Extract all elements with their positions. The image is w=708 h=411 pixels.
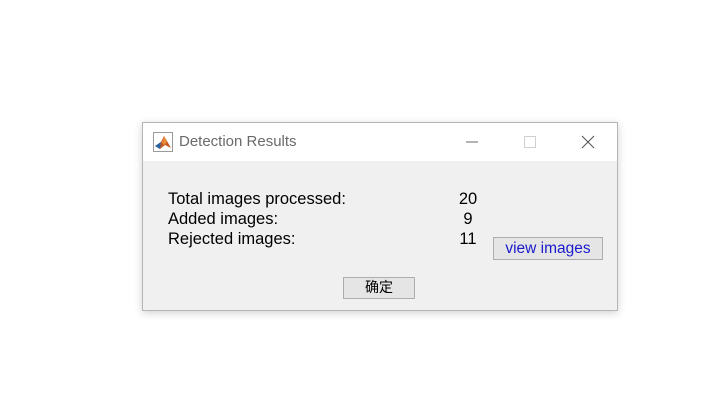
added-images-row: Added images: 9 xyxy=(168,209,488,229)
view-images-button[interactable]: view images xyxy=(493,237,603,260)
added-images-label: Added images: xyxy=(168,210,279,228)
minimize-button[interactable] xyxy=(449,123,495,161)
title-bar[interactable]: Detection Results xyxy=(143,123,617,161)
added-images-value: 9 xyxy=(463,210,473,228)
maximize-icon xyxy=(524,136,536,148)
close-button[interactable] xyxy=(565,123,611,161)
detection-results-dialog: Detection Results Total images processed… xyxy=(142,122,618,311)
matlab-logo-icon xyxy=(153,132,173,152)
dialog-content: Total images processed: 20 Added images:… xyxy=(143,161,617,310)
rejected-images-label: Rejected images: xyxy=(168,230,296,248)
ok-button[interactable]: 确定 xyxy=(343,277,415,299)
minimize-icon xyxy=(466,141,478,143)
total-images-value: 20 xyxy=(458,190,478,208)
maximize-button[interactable] xyxy=(507,123,553,161)
window-title: Detection Results xyxy=(179,133,297,150)
total-images-row: Total images processed: 20 xyxy=(168,189,488,209)
total-images-label: Total images processed: xyxy=(168,190,346,208)
rejected-images-row: Rejected images: 11 xyxy=(168,229,488,249)
rejected-images-value: 11 xyxy=(459,230,477,248)
close-icon xyxy=(581,135,595,149)
